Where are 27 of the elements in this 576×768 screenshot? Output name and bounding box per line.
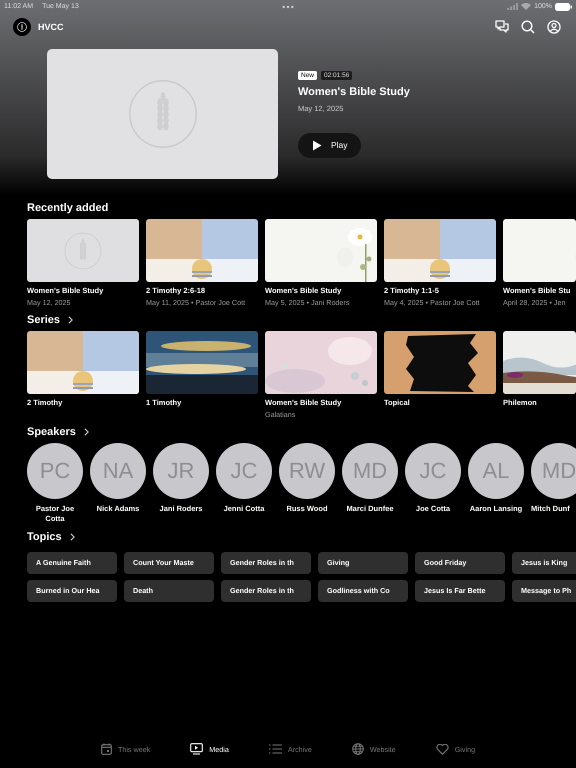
featured-title: Women's Bible Study <box>298 86 410 98</box>
more-dots-icon[interactable] <box>282 5 294 9</box>
chat-icon[interactable] <box>495 20 509 34</box>
battery-icon <box>555 2 572 10</box>
chevron-right-icon[interactable] <box>70 532 75 540</box>
logo-icon[interactable] <box>13 18 31 36</box>
wheat-logo-icon <box>128 79 198 149</box>
section-heading: Recently added <box>27 202 108 214</box>
play-icon <box>312 140 322 150</box>
heart-icon <box>436 744 449 754</box>
chevron-right-icon[interactable] <box>84 428 89 436</box>
section-heading[interactable]: Speakers <box>27 426 76 438</box>
section-heading[interactable]: Topics <box>27 530 62 542</box>
wifi-icon <box>521 3 532 10</box>
search-icon[interactable] <box>521 20 535 34</box>
profile-icon[interactable] <box>547 20 561 34</box>
media-thumbnail[interactable] <box>27 219 139 282</box>
featured-thumbnail[interactable] <box>47 49 278 179</box>
tv-play-icon <box>190 743 204 755</box>
app-title: HVCC <box>38 22 64 32</box>
signal-icon <box>507 3 518 10</box>
section-heading[interactable]: Series <box>27 314 60 326</box>
globe-icon <box>352 743 364 755</box>
calendar-icon <box>100 743 112 755</box>
play-button[interactable]: Play <box>298 132 361 158</box>
list-icon <box>268 744 282 754</box>
chevron-right-icon[interactable] <box>68 316 74 324</box>
